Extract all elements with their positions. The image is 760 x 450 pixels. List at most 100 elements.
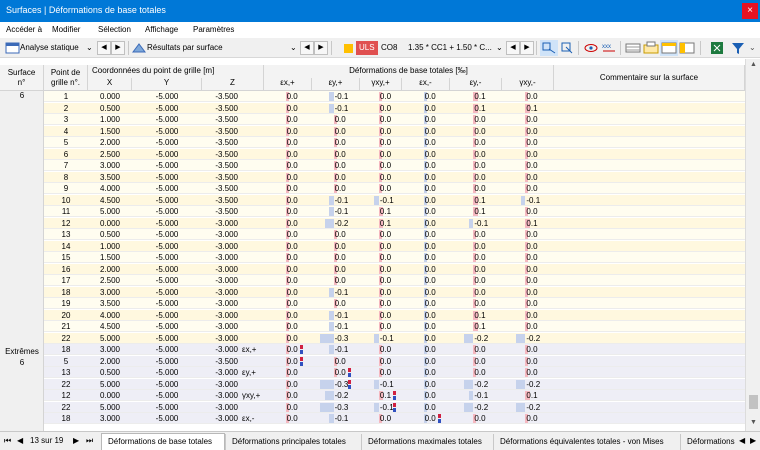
header-surface[interactable]: Surface n° <box>0 65 44 91</box>
header-point[interactable]: Point de grille n°. <box>44 65 88 91</box>
table-row[interactable]: 17 2.500 -5.000 -3.000 0.0 0.0 0.0 0.0 0.0 0.0 <box>0 275 745 286</box>
tab-base-strains[interactable]: Déformations de base totales <box>101 433 225 450</box>
header-ex-minus[interactable]: εx,- <box>402 78 450 91</box>
chevron-down-icon[interactable]: ⌄ <box>496 41 503 55</box>
header-ey-minus[interactable]: εy,- <box>450 78 502 91</box>
cell-strain: 0.0 <box>424 310 436 320</box>
excel-icon[interactable] <box>708 40 726 56</box>
scroll-up-icon[interactable]: ▲ <box>746 61 760 68</box>
table-row[interactable]: 11 5.000 -5.000 -3.500 0.0 -0.1 0.1 0.0 0.1 0.0 <box>0 206 745 217</box>
strain-bar <box>464 379 474 389</box>
first-page-icon[interactable]: ⏮ <box>4 436 11 446</box>
menu-goto[interactable]: Accéder à <box>6 25 42 34</box>
cell-point: 5 <box>63 138 69 147</box>
export-icon[interactable] <box>642 40 660 56</box>
table-row[interactable]: 18 3.000 -5.000 -3.000 εx,- 0.0 -0.1 0.0 0.0 0.0 0… <box>0 413 745 424</box>
cell-point: 8 <box>63 172 69 182</box>
header-ex-plus[interactable]: εx,+ <box>264 78 312 91</box>
table-row[interactable]: 13 0.500 -5.000 -3.000 0.0 0.0 0.0 0.0 0.0 0.0 <box>0 229 745 240</box>
close-icon[interactable]: × <box>742 3 758 19</box>
prev-icon[interactable]: ◀ <box>97 41 111 55</box>
table-row[interactable]: 10 4.500 -5.000 -3.500 0.0 -0.1 -0.1 0.0 0.1 -0.1 <box>0 194 745 206</box>
table-row[interactable]: 22 5.000 -5.000 -3.000 0.0 -0.3 -0.1 0.0 -0.2 -0.… <box>0 378 745 390</box>
cell-extreme-type: εy,+ <box>242 368 256 377</box>
table-row[interactable]: 20 4.000 -5.000 -3.000 0.0 -0.1 0.0 0.0 0.1 0.0 <box>0 309 745 321</box>
header-z[interactable]: Z <box>202 78 264 91</box>
table-row[interactable]: 12 0.000 -5.000 -3.000 0.0 -0.2 0.1 0.0 -0.1 0.1 <box>0 217 745 229</box>
strain-bar <box>329 322 334 331</box>
prev-icon[interactable]: ◀ <box>300 41 314 55</box>
menu-view[interactable]: Affichage <box>145 25 178 34</box>
xxx-icon[interactable]: xxx <box>600 40 618 56</box>
table-row[interactable]: 13 0.500 -5.000 -3.000 εy,+ 0.0 0.0 0.0 0.0 0.0 0.… <box>0 367 745 378</box>
tab-principal-strains[interactable]: Déformations principales totales <box>225 434 361 450</box>
header-comment[interactable]: Commentaire sur la surface <box>554 65 745 91</box>
analysis-select[interactable]: Analyse statique <box>20 41 79 55</box>
vertical-scrollbar[interactable]: ▲ ▼ <box>745 59 760 431</box>
table-row[interactable]: 14 1.000 -5.000 -3.000 0.0 0.0 0.0 0.0 0.0 0.0 <box>0 240 745 252</box>
table-row[interactable]: 19 3.500 -5.000 -3.000 0.0 0.0 0.0 0.0 0.0 0.0 <box>0 298 745 309</box>
scroll-thumb[interactable] <box>749 395 758 409</box>
header-x[interactable]: X <box>88 78 132 91</box>
filter-icon[interactable] <box>730 40 748 56</box>
next-page-icon[interactable]: ▶ <box>73 436 79 445</box>
tab-next-icon[interactable]: ▶ <box>750 436 756 445</box>
menu-edit[interactable]: Modifier <box>52 25 80 34</box>
cell-strain: -0.1 <box>334 414 349 423</box>
next-icon[interactable]: ▶ <box>314 41 328 55</box>
table-row[interactable]: 12 0.000 -5.000 -3.000 γxy,+ 0.0 -0.2 0.1 0.0 -0.… <box>0 390 745 401</box>
cell-strain: 0.0 <box>424 287 436 297</box>
menu-settings[interactable]: Paramètres <box>193 25 234 34</box>
last-page-icon[interactable]: ⏭ <box>86 436 93 446</box>
tab-maximal-strains[interactable]: Déformations maximales totales <box>361 434 493 450</box>
table-row[interactable]: 22 5.000 -5.000 -3.000 0.0 -0.3 -0.1 0.0 -0.2 -0.… <box>0 332 745 344</box>
table-row[interactable]: 4 1.500 -5.000 -3.500 0.0 0.0 0.0 0.0 0.0 0.0 <box>0 125 745 137</box>
cell-point: 12 <box>61 218 71 228</box>
table-row[interactable]: 8 3.500 -5.000 -3.500 0.0 0.0 0.0 0.0 0.0 0.0 <box>0 171 745 183</box>
table-row[interactable]: 16 2.000 -5.000 -3.000 0.0 0.0 0.0 0.0 0.0 0.0 <box>0 263 745 275</box>
chevron-down-icon[interactable]: ⌄ <box>749 41 756 55</box>
cell-strain: 0.0 <box>379 299 392 308</box>
table-row[interactable]: 5 2.000 -5.000 -3.500 0.0 0.0 0.0 0.0 0.0 0.0 <box>0 355 745 367</box>
strain-bar <box>329 345 334 354</box>
header-y[interactable]: Y <box>132 78 202 91</box>
table-row[interactable]: 18 3.000 -5.000 -3.000 0.0 -0.1 0.0 0.0 0.0 0.0 <box>0 286 745 298</box>
chevron-down-icon[interactable]: ⌄ <box>86 41 93 55</box>
header-point-line2: grille n°. <box>51 78 80 87</box>
tab-prev-icon[interactable]: ◀ <box>739 436 745 445</box>
columns-icon[interactable] <box>624 40 642 56</box>
uls-badge: ULS <box>356 41 378 55</box>
table-row[interactable]: 15 1.500 -5.000 -3.000 0.0 0.0 0.0 0.0 0.0 0.0 <box>0 252 745 263</box>
table-row[interactable]: 5 2.000 -5.000 -3.500 0.0 0.0 0.0 0.0 0.0 0.0 <box>0 137 745 148</box>
table-row[interactable]: 21 4.500 -5.000 -3.000 0.0 -0.1 0.0 0.0 0.1 0.0 <box>0 321 745 332</box>
scroll-down-icon[interactable]: ▼ <box>746 419 760 426</box>
next-icon[interactable]: ▶ <box>520 41 534 55</box>
eye-icon[interactable] <box>582 40 600 56</box>
combo-select[interactable]: 1.35 * CC1 + 1.50 * C... <box>408 41 492 55</box>
prev-page-icon[interactable]: ◀ <box>17 436 23 445</box>
prev-icon[interactable]: ◀ <box>506 41 520 55</box>
results-select[interactable]: Résultats par surface <box>147 41 223 55</box>
cell-point: 18 <box>61 414 71 423</box>
table-row[interactable]: 3 1.000 -5.000 -3.500 0.0 0.0 0.0 0.0 0.0 0.0 <box>0 114 745 125</box>
next-icon[interactable]: ▶ <box>111 41 125 55</box>
select-icon[interactable] <box>540 40 558 56</box>
table-row[interactable]: 6 2.500 -5.000 -3.500 0.0 0.0 0.0 0.0 0.0 0.0 <box>0 148 745 160</box>
filter-select-icon[interactable] <box>558 40 576 56</box>
table-row[interactable]: 9 4.000 -5.000 -3.500 0.0 0.0 0.0 0.0 0.0 0.0 <box>0 183 745 194</box>
table-row[interactable]: 2 0.500 -5.000 -3.500 0.0 -0.1 0.0 0.0 0.1 0.1 <box>0 102 745 114</box>
header-gxy-plus[interactable]: γxy,+ <box>360 78 402 91</box>
layout-icon[interactable] <box>678 40 696 56</box>
tab-strains-more[interactable]: Déformations <box>680 434 738 450</box>
tab-von-mises-strains[interactable]: Déformations équivalentes totales - von … <box>493 434 680 450</box>
menu-selection[interactable]: Sélection <box>98 25 131 34</box>
cell-y: -5.000 <box>155 195 179 205</box>
highlight-icon[interactable] <box>660 40 678 56</box>
table-row[interactable]: 1 0.000 -5.000 -3.500 0.0 -0.1 0.0 0.0 0.1 0.0 <box>0 91 745 102</box>
chevron-down-icon[interactable]: ⌄ <box>290 41 297 55</box>
table-row[interactable]: 22 5.000 -5.000 -3.000 0.0 -0.3 -0.1 0.0 -0.2 -0.… <box>0 401 745 413</box>
table-row[interactable]: 7 3.000 -5.000 -3.500 0.0 0.0 0.0 0.0 0.0 0.0 <box>0 160 745 171</box>
header-ey-plus[interactable]: εy,+ <box>312 78 360 91</box>
header-gxy-minus[interactable]: γxy,- <box>502 78 554 91</box>
table-row[interactable]: 18 3.000 -5.000 -3.000 εx,+ 0.0 -0.1 0.0 0.0 0.0 0… <box>0 344 745 355</box>
